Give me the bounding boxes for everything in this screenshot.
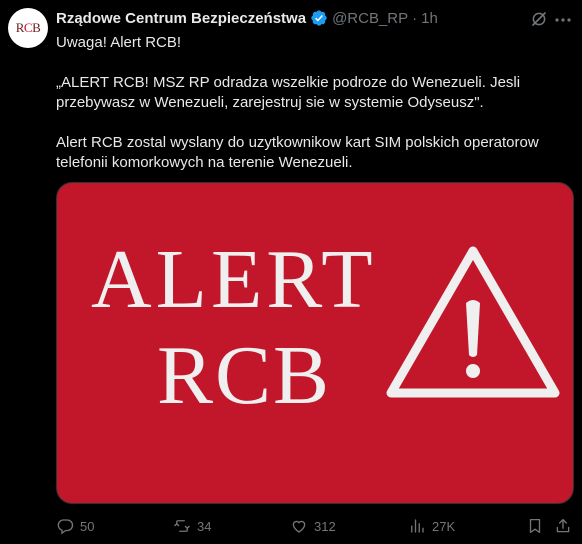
- reply-count: 50: [80, 518, 95, 534]
- grok-icon[interactable]: [530, 10, 548, 28]
- author-avatar[interactable]: RCB: [8, 8, 48, 48]
- reply-icon: [57, 519, 74, 535]
- views-icon: [411, 519, 424, 533]
- reply-button[interactable]: 50: [56, 517, 94, 535]
- avatar-logo: RCB: [15, 20, 41, 35]
- bookmark-button[interactable]: [526, 517, 544, 535]
- like-button[interactable]: 312: [290, 517, 336, 535]
- like-count: 312: [314, 518, 336, 534]
- verified-icon: [311, 10, 327, 26]
- like-icon: [292, 520, 306, 533]
- image-text-alert: ALERT: [91, 233, 377, 326]
- post-quote: „ALERT RCB! MSZ RP odradza wszelkie podr…: [56, 74, 521, 111]
- image-text-rcb: RCB: [157, 329, 332, 422]
- post-image[interactable]: ALERT RCB: [56, 182, 574, 504]
- share-button[interactable]: [554, 517, 572, 535]
- share-icon: [556, 518, 570, 533]
- post-info: Alert RCB zostal wyslany do uzytkownikow…: [56, 134, 539, 171]
- views-count: 27K: [432, 518, 456, 534]
- warning-triangle-icon: [386, 246, 560, 398]
- author-handle[interactable]: @RCB_RP: [332, 10, 408, 27]
- action-bar: 50 34 312 27K: [56, 517, 572, 537]
- author-name[interactable]: Rządowe Centrum Bezpieczeństwa: [56, 10, 306, 27]
- post-line1: Uwaga! Alert RCB!: [56, 34, 182, 51]
- repost-icon: [174, 520, 190, 532]
- views-button[interactable]: 27K: [408, 517, 455, 535]
- more-icon[interactable]: [554, 14, 572, 26]
- repost-button[interactable]: 34: [173, 517, 211, 535]
- repost-count: 34: [197, 518, 212, 534]
- post-time[interactable]: 1h: [421, 10, 438, 27]
- separator-dot: ·: [412, 9, 418, 27]
- post-header: Rządowe Centrum Bezpieczeństwa @RCB_RP ·…: [56, 9, 542, 27]
- bookmark-icon: [529, 518, 541, 534]
- post-text: Uwaga! Alert RCB! „ALERT RCB! MSZ RP odr…: [56, 33, 572, 173]
